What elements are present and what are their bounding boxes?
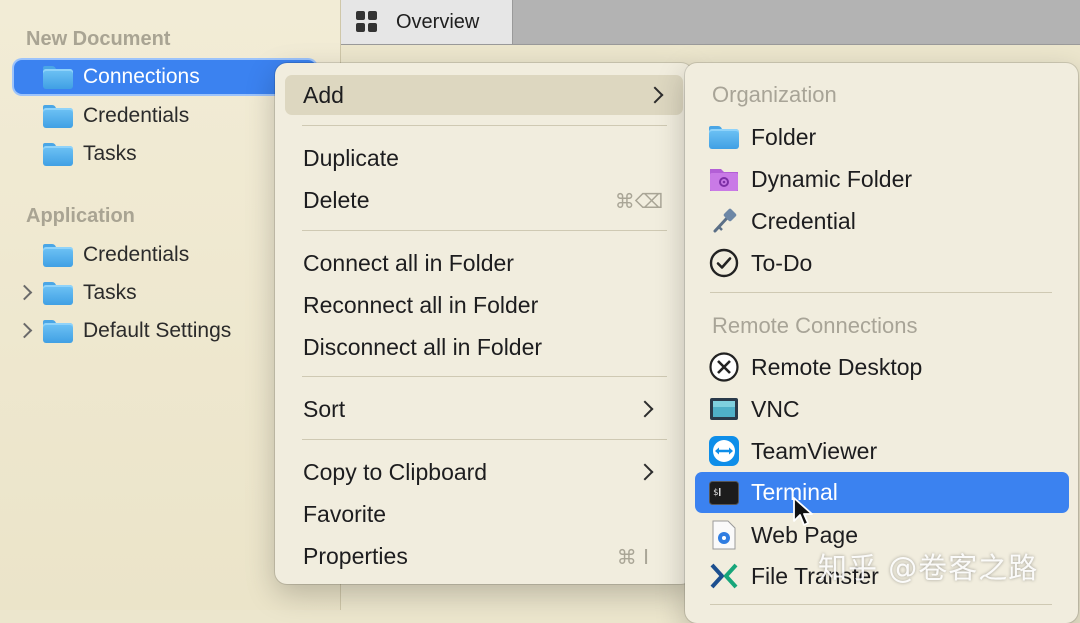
sidebar-item-label: Default Settings bbox=[83, 319, 232, 342]
context-menu: Add Duplicate Delete ⌘⌫ Connect all in F… bbox=[275, 63, 693, 584]
menu-item-to-do[interactable]: To-Do bbox=[709, 243, 1059, 283]
sidebar-item-tasks[interactable]: Tasks bbox=[43, 137, 137, 171]
folder-icon bbox=[43, 65, 73, 89]
section-header-new-document: New Document bbox=[26, 28, 171, 50]
svg-text:$: $ bbox=[713, 488, 718, 498]
menu-separator bbox=[302, 230, 667, 231]
menu-separator bbox=[710, 604, 1052, 605]
menu-item-dynamic-folder[interactable]: Dynamic Folder bbox=[709, 159, 1059, 199]
menu-item-folder[interactable]: Folder bbox=[709, 117, 1059, 157]
watermark: 知乎 @卷客之路 bbox=[818, 551, 1039, 585]
shortcut-delete: ⌘⌫ bbox=[614, 189, 663, 213]
menu-item-sort[interactable]: Sort bbox=[303, 389, 683, 429]
shortcut-properties: ⌘ I bbox=[616, 545, 649, 569]
terminal-icon: $ bbox=[709, 478, 739, 508]
menu-item-delete[interactable]: Delete ⌘⌫ bbox=[303, 180, 683, 220]
remote-desktop-icon bbox=[709, 352, 739, 382]
sidebar-item-default-settings[interactable]: Default Settings bbox=[43, 314, 231, 348]
sidebar-item-credentials[interactable]: Credentials bbox=[43, 99, 189, 133]
menu-separator bbox=[302, 125, 667, 126]
menu-item-credential[interactable]: Credential bbox=[709, 201, 1059, 241]
sidebar-item-label: Credentials bbox=[83, 104, 190, 127]
menu-item-favorite[interactable]: Favorite bbox=[303, 494, 683, 534]
sidebar-item-label: Credentials bbox=[83, 243, 190, 266]
tab-label: Overview bbox=[396, 10, 480, 33]
dynamic-folder-icon bbox=[709, 164, 739, 194]
tab-bar: Overview bbox=[341, 0, 1080, 45]
menu-item-reconnect-all[interactable]: Reconnect all in Folder bbox=[303, 285, 683, 325]
menu-item-properties[interactable]: Properties ⌘ I bbox=[303, 536, 683, 576]
menu-separator bbox=[302, 376, 667, 377]
disclosure-chevron-icon[interactable] bbox=[16, 284, 33, 301]
menu-item-teamviewer[interactable]: TeamViewer bbox=[709, 431, 1059, 471]
menu-separator bbox=[710, 292, 1052, 293]
section-header-remote-connections: Remote Connections bbox=[712, 313, 918, 338]
tab-overview[interactable]: Overview bbox=[341, 0, 513, 44]
sidebar-item-label: Tasks bbox=[83, 142, 137, 165]
file-transfer-icon bbox=[709, 561, 739, 591]
vnc-icon bbox=[709, 394, 739, 424]
sidebar-item-tasks[interactable]: Tasks bbox=[43, 276, 137, 310]
sidebar-item-credentials[interactable]: Credentials bbox=[43, 238, 189, 272]
menu-separator bbox=[302, 439, 667, 440]
key-icon bbox=[709, 206, 739, 236]
folder-icon bbox=[43, 281, 73, 305]
disclosure-chevron-icon[interactable] bbox=[16, 322, 33, 339]
section-header-application: Application bbox=[26, 205, 135, 227]
menu-item-copy-to-clipboard[interactable]: Copy to Clipboard bbox=[303, 452, 683, 492]
menu-item-add[interactable]: Add bbox=[285, 75, 683, 115]
sidebar-item-connections[interactable]: Connections bbox=[14, 60, 316, 94]
folder-icon bbox=[43, 319, 73, 343]
menu-item-remote-desktop[interactable]: Remote Desktop bbox=[709, 347, 1059, 387]
add-submenu: Organization Folder Dynamic Folder Crede… bbox=[685, 63, 1078, 623]
menu-item-terminal[interactable]: $ Terminal bbox=[695, 472, 1069, 513]
menu-item-disconnect-all[interactable]: Disconnect all in Folder bbox=[303, 327, 683, 367]
mouse-cursor-icon bbox=[793, 497, 813, 526]
checkmark-circle-icon bbox=[709, 248, 739, 278]
folder-icon bbox=[43, 243, 73, 267]
web-page-icon bbox=[709, 520, 739, 550]
folder-icon bbox=[43, 142, 73, 166]
teamviewer-icon bbox=[709, 436, 739, 466]
section-header-organization: Organization bbox=[712, 82, 837, 107]
menu-item-vnc[interactable]: VNC bbox=[709, 389, 1059, 429]
sidebar-item-label: Connections bbox=[83, 65, 200, 88]
folder-icon bbox=[43, 104, 73, 128]
folder-icon bbox=[709, 122, 739, 152]
grid-icon bbox=[356, 11, 378, 33]
sidebar-item-label: Tasks bbox=[83, 281, 137, 304]
menu-item-connect-all[interactable]: Connect all in Folder bbox=[303, 243, 683, 283]
menu-item-duplicate[interactable]: Duplicate bbox=[303, 138, 683, 178]
